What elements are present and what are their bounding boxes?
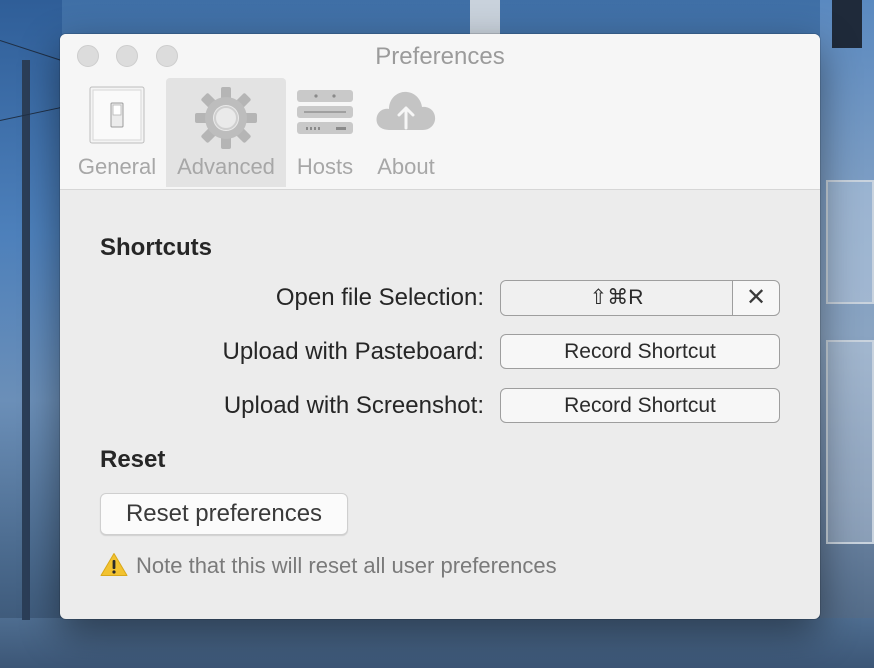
cloud-upload-icon bbox=[373, 86, 439, 143]
open-file-selection-label: Open file Selection: bbox=[275, 284, 484, 311]
desktop-wallpaper-bottom bbox=[0, 618, 874, 668]
record-shortcut-screenshot-button[interactable]: Record Shortcut bbox=[500, 388, 780, 423]
light-switch-icon bbox=[89, 86, 145, 149]
reset-note-text: Note that this will reset all user prefe… bbox=[136, 553, 557, 578]
upload-pasteboard-label: Upload with Pasteboard: bbox=[222, 338, 485, 365]
server-icon bbox=[296, 86, 354, 143]
tab-general[interactable]: General bbox=[74, 78, 160, 187]
utility-pole bbox=[22, 60, 30, 620]
gear-icon bbox=[194, 86, 258, 155]
building-window bbox=[826, 340, 874, 544]
building-window bbox=[826, 180, 874, 304]
tab-advanced[interactable]: Advanced bbox=[166, 78, 286, 187]
upload-screenshot-label: Upload with Screenshot: bbox=[223, 392, 484, 419]
reset-preferences-button[interactable]: Reset preferences bbox=[100, 493, 348, 535]
utility-pole bbox=[832, 0, 862, 48]
tab-hosts[interactable]: Hosts bbox=[292, 78, 358, 187]
tab-label: Hosts bbox=[296, 154, 354, 179]
reset-warning-note: Note that this will reset all user prefe… bbox=[100, 552, 557, 582]
tab-label: About bbox=[377, 154, 435, 179]
open-file-selection-shortcut: ⇧⌘R ✕ bbox=[500, 280, 780, 316]
window-title: Preferences bbox=[375, 43, 505, 70]
shortcut-recorder[interactable]: ⇧⌘R bbox=[501, 281, 733, 315]
utility-pole bbox=[470, 0, 500, 36]
shortcuts-heading: Shortcuts bbox=[100, 234, 213, 261]
clear-shortcut-button[interactable]: ✕ bbox=[733, 281, 779, 315]
reset-heading: Reset bbox=[100, 446, 166, 473]
desktop-wallpaper-right bbox=[820, 0, 874, 668]
tab-label: Advanced bbox=[177, 154, 275, 179]
toolbar: Preferences General Advanced Hosts About bbox=[60, 34, 820, 190]
preferences-window: Preferences General Advanced Hosts About… bbox=[60, 34, 820, 619]
tab-label: General bbox=[77, 154, 157, 179]
warning-icon bbox=[100, 552, 128, 583]
tab-about[interactable]: About bbox=[366, 78, 446, 187]
desktop-wallpaper-left bbox=[0, 0, 62, 668]
record-shortcut-pasteboard-button[interactable]: Record Shortcut bbox=[500, 334, 780, 369]
